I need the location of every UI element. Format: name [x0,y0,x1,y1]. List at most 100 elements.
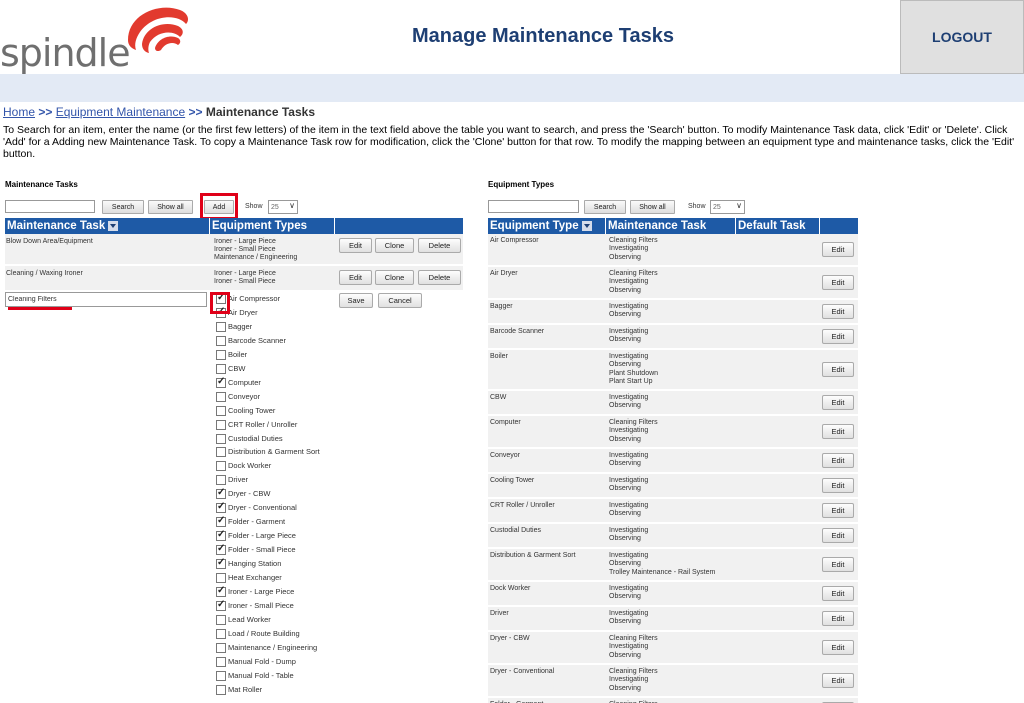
equipment-type-checkbox-item[interactable]: Maintenance / Engineering [216,642,317,657]
checkbox[interactable] [216,405,226,416]
edit-button[interactable]: Edit [822,586,854,601]
clone-button[interactable]: Clone [375,238,414,253]
checkbox[interactable] [216,600,226,611]
checkbox[interactable] [216,475,226,486]
table-row: Folder - GarmentCleaning FiltersInvestig… [488,698,858,703]
edit-button[interactable]: Edit [822,275,854,290]
checkbox[interactable] [216,670,226,681]
checkbox[interactable] [216,628,226,639]
edit-button[interactable]: Edit [822,242,854,257]
edit-button[interactable]: Edit [822,528,854,543]
checkbox[interactable] [216,656,226,667]
checkbox[interactable] [216,419,226,430]
sort-icon[interactable] [108,220,119,231]
equipment-type-checkbox-item[interactable]: Ironer - Small Piece [216,600,294,615]
column-header-equipment-type[interactable]: Equipment Type [488,218,606,234]
equipment-type-checkbox-item[interactable]: Manual Fold - Dump [216,656,296,671]
breadcrumb-home-link[interactable]: Home [3,105,35,119]
edit-button[interactable]: Edit [822,503,854,518]
edit-button[interactable]: Edit [822,453,854,468]
edit-button[interactable]: Edit [822,673,854,688]
maintenance-tasks-show-all-button[interactable]: Show all [148,200,193,214]
equipment-types-page-size-select[interactable]: 25 ∨ [710,200,745,214]
breadcrumb-equipment-maintenance-link[interactable]: Equipment Maintenance [56,105,185,119]
equipment-type-checkbox-item[interactable]: Folder - Small Piece [216,544,296,559]
edit-button[interactable]: Edit [822,424,854,439]
edit-button[interactable]: Edit [822,640,854,655]
maintenance-tasks-search-input[interactable] [5,200,95,213]
logout-button[interactable]: LOGOUT [900,0,1024,74]
equipment-type-checkbox-item[interactable]: Custodial Duties [216,433,283,448]
edit-button[interactable]: Edit [339,238,372,253]
checkbox[interactable] [216,684,226,695]
checkbox[interactable] [216,586,226,597]
edit-button[interactable]: Edit [822,611,854,626]
checkbox[interactable] [216,447,226,458]
equipment-type-checkbox-item[interactable]: Mat Roller [216,684,262,699]
column-header-maintenance-task[interactable]: Maintenance Task [5,218,210,234]
edit-button[interactable]: Edit [822,362,854,377]
equipment-type-checkbox-item[interactable]: Conveyor [216,391,260,406]
task-name-edit-input[interactable] [5,292,207,307]
equipment-type-checkbox-item[interactable]: Boiler [216,349,247,364]
equipment-type-checkbox-item[interactable]: Dryer - Conventional [216,502,297,517]
checkbox[interactable] [216,349,226,360]
checkbox[interactable] [216,433,226,444]
equipment-types-show-all-button[interactable]: Show all [630,200,675,214]
equipment-type-checkbox-item[interactable]: Folder - Garment [216,516,285,531]
equipment-types-search-input[interactable] [488,200,579,213]
checkbox[interactable] [216,614,226,625]
edit-button[interactable]: Edit [339,270,372,285]
equipment-type-checkbox-item[interactable]: Bagger [216,321,252,336]
maintenance-tasks-page-size-select[interactable]: 25 ∨ [268,200,298,214]
checkbox[interactable] [216,377,226,388]
checkbox[interactable] [216,502,226,514]
equipment-type-checkbox-item[interactable]: Manual Fold - Table [216,670,294,685]
checkbox[interactable] [216,335,226,346]
equipment-type-checkbox-item[interactable]: Folder - Large Piece [216,530,296,545]
column-header-equipment-types[interactable]: Equipment Types [210,218,335,234]
checkbox[interactable] [216,642,226,653]
checkbox[interactable] [216,573,226,583]
column-header-default-task[interactable]: Default Task [736,218,820,234]
equipment-maintenance-task: Plant Shutdown [609,369,659,377]
edit-button[interactable]: Edit [822,329,854,344]
equipment-type-checkbox-item[interactable]: Ironer - Large Piece [216,586,294,601]
checkbox[interactable] [216,488,226,500]
checkbox[interactable] [216,461,226,472]
equipment-type-checkbox-item[interactable]: Lead Worker [216,614,271,629]
chevron-down-icon: ∨ [736,201,742,210]
equipment-type-checkbox-item[interactable]: Hanging Station [216,558,281,573]
checkbox[interactable] [216,558,226,570]
clone-button[interactable]: Clone [375,270,414,285]
checkbox[interactable] [216,516,226,528]
equipment-type-checkbox-item[interactable]: Heat Exchanger [216,573,282,587]
edit-button[interactable]: Edit [822,304,854,319]
equipment-types-search-button[interactable]: Search [584,200,626,214]
equipment-type-checkbox-item[interactable]: Computer [216,377,261,392]
delete-button[interactable]: Delete [418,238,461,253]
equipment-type-checkbox-item[interactable]: Distribution & Garment Sort [216,447,320,461]
edit-button[interactable]: Edit [822,395,854,410]
delete-button[interactable]: Delete [418,270,461,285]
equipment-type-checkbox-item[interactable]: Load / Route Building [216,628,300,643]
save-button[interactable]: Save [339,293,373,308]
equipment-maintenance-task: Investigating [609,585,649,592]
sort-icon[interactable] [581,220,592,231]
maintenance-tasks-search-button[interactable]: Search [102,200,144,214]
cancel-button[interactable]: Cancel [378,293,422,308]
equipment-type-checkbox-item[interactable]: Dock Worker [216,461,271,475]
equipment-type-checkbox-item[interactable]: Cooling Tower [216,405,275,420]
edit-button[interactable]: Edit [822,557,854,572]
checkbox[interactable] [216,363,226,374]
checkbox[interactable] [216,530,226,542]
instructions-text: To Search for an item, enter the name (o… [3,124,1015,160]
equipment-type-checkbox-item[interactable]: Barcode Scanner [216,335,286,350]
checkbox[interactable] [216,391,226,402]
checkbox[interactable] [216,321,226,332]
checkbox[interactable] [216,544,226,556]
column-header-maintenance-task[interactable]: Maintenance Task [606,218,736,234]
equipment-type-checkbox-item[interactable]: CRT Roller / Unroller [216,419,297,434]
equipment-maintenance-task: Investigating [609,552,649,559]
edit-button[interactable]: Edit [822,478,854,493]
